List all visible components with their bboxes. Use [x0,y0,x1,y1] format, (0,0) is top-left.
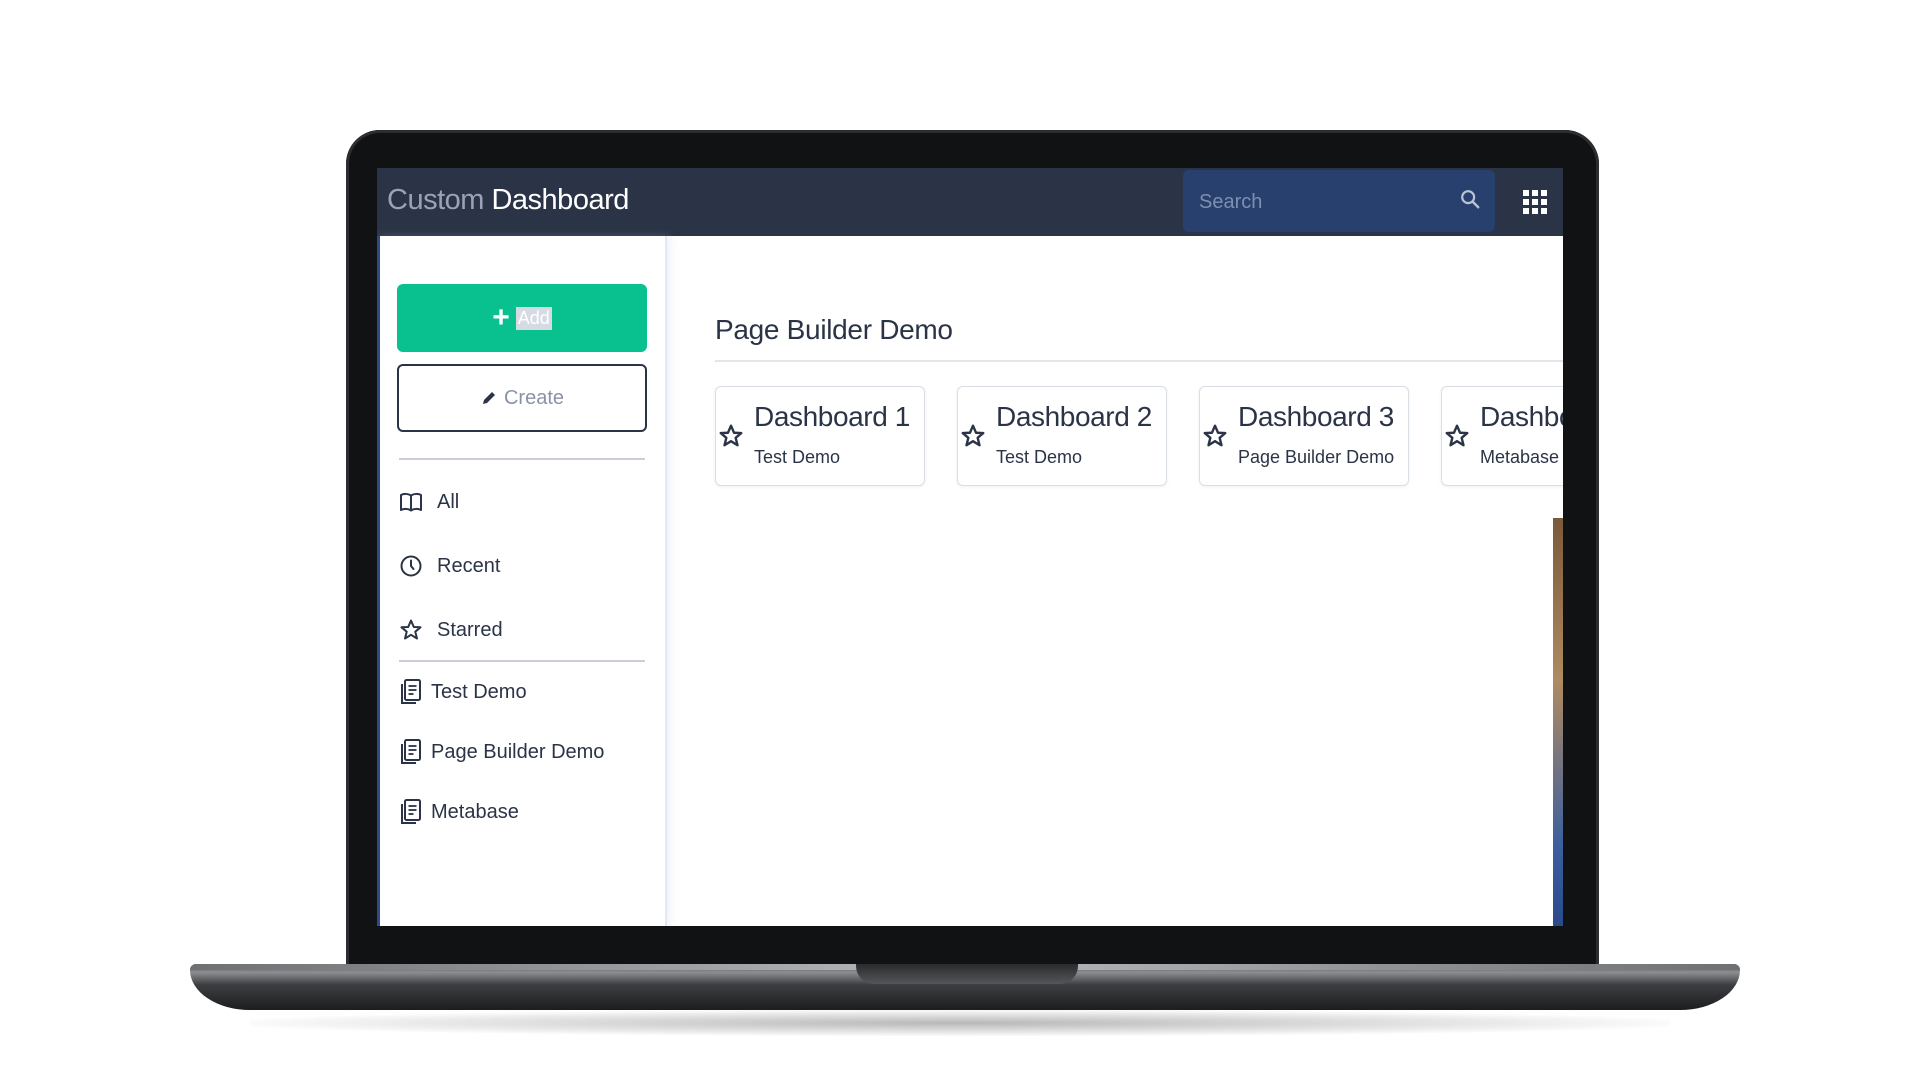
card-subtitle: Test Demo [996,447,1083,467]
sidebar-item-label: Recent [437,554,501,577]
sidebar-item-label: Test Demo [431,680,527,703]
clock-icon [400,555,422,577]
screen: Custom Dashboard + Add [377,168,1563,926]
sidebar-item-page-builder-demo[interactable]: Page Builder Demo [399,732,649,772]
sidebar-item-test-demo[interactable]: Test Demo [399,672,649,712]
document-icon [401,799,421,824]
app-title-strong: Dashboard [491,184,629,216]
add-button[interactable]: + Add [397,284,647,352]
pencil-icon [482,392,495,404]
star-icon[interactable] [1444,423,1470,449]
star-icon[interactable] [1202,423,1228,449]
star-icon [400,619,422,640]
card-title: Dashbo [1480,401,1563,432]
sidebar-divider [399,458,645,460]
sidebar-edge [377,236,380,926]
create-button[interactable]: Create [397,364,647,432]
laptop-notch [856,964,1078,984]
dashboard-card[interactable]: Dashboard 3 Page Builder Demo [1199,386,1409,486]
laptop-shadow [250,1010,1670,1036]
sidebar-item-label: All [437,490,460,513]
app-title: Custom Dashboard [387,184,629,217]
top-bar: Custom Dashboard [377,168,1563,236]
plus-icon: + [492,301,510,334]
dashboard-card[interactable]: Dashboard 2 Test Demo [957,386,1167,486]
sidebar-item-starred[interactable]: Starred [399,610,649,650]
card-title: Dashboard 1 [754,401,910,432]
card-subtitle: Page Builder Demo [1238,447,1395,467]
sidebar: + Add Create All Recent Starred Test Dem… [377,236,667,926]
dashboard-card[interactable]: Dashbo Metabase [1441,386,1563,486]
sidebar-item-recent[interactable]: Recent [399,546,649,586]
sidebar-item-label: Starred [437,618,503,641]
star-icon[interactable] [718,423,744,449]
background-bleed [1553,518,1563,926]
main-content: Page Builder Demo Dashboard 1 Test Demo … [667,236,1563,926]
star-icon[interactable] [960,423,986,449]
sidebar-item-metabase[interactable]: Metabase [399,792,649,832]
card-title: Dashboard 3 [1238,401,1394,432]
book-icon [400,492,422,512]
sidebar-divider [399,660,645,662]
section-divider [715,360,1563,362]
card-title: Dashboard 2 [996,401,1152,432]
create-button-label: Create [503,386,565,409]
search-box [1183,170,1495,232]
search-icon[interactable] [1459,188,1481,210]
search-input[interactable] [1197,186,1441,218]
card-subtitle: Test Demo [754,447,841,467]
apps-grid-icon[interactable] [1517,184,1553,220]
sidebar-item-label: Page Builder Demo [431,740,605,763]
dashboard-card[interactable]: Dashboard 1 Test Demo [715,386,925,486]
document-icon [401,739,421,764]
app-title-light: Custom [387,184,484,216]
document-icon [401,679,421,704]
card-subtitle: Metabase [1480,447,1560,467]
section-title: Page Builder Demo [715,314,953,345]
sidebar-item-all[interactable]: All [399,482,649,522]
add-button-label: Add [515,306,552,330]
sidebar-item-label: Metabase [431,800,519,823]
